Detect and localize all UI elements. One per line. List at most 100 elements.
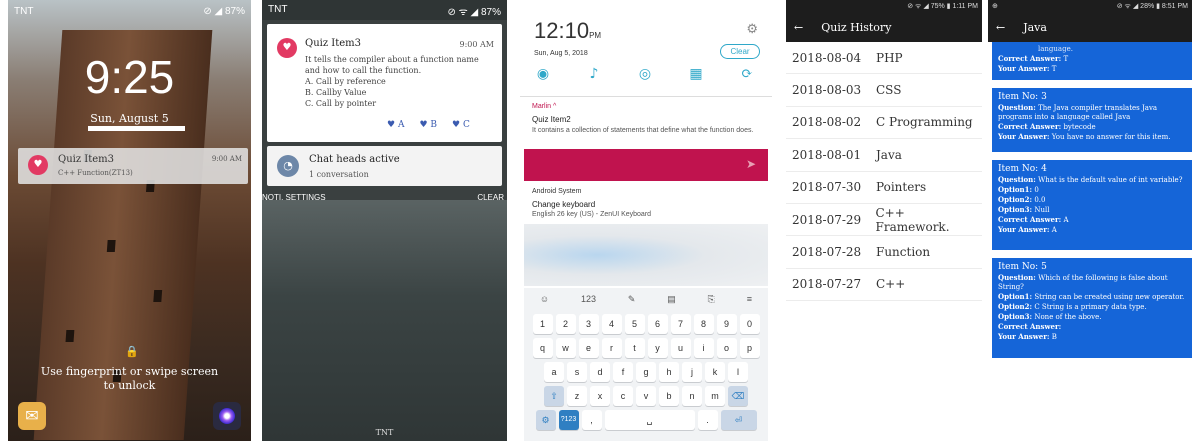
key[interactable]: z (567, 386, 587, 406)
chat-heads-notification[interactable]: ◔ Chat heads active 1 conversation (267, 146, 502, 186)
key[interactable]: d (590, 362, 610, 382)
key[interactable]: s (567, 362, 587, 382)
lock-notification[interactable]: ♥ Quiz Item3 C++ Function(ZT13) 9:00 AM (18, 148, 248, 184)
key[interactable]: o (716, 338, 737, 358)
notification-app-name: Marlin ^ (532, 103, 557, 110)
key[interactable]: r (601, 338, 622, 358)
enter-key[interactable]: ⏎ (720, 410, 757, 430)
clear-button[interactable]: Clear (720, 44, 760, 59)
list-item[interactable]: 2018-08-01 Java (786, 139, 982, 172)
key[interactable]: 1 (532, 314, 553, 334)
mute-icon[interactable]: ♪ (583, 66, 605, 82)
quiz-notification-card[interactable]: ♥ Quiz Item3 9:00 AM It tells the compil… (267, 24, 502, 142)
key[interactable]: e (578, 338, 599, 358)
option2-line: Option2: C String is a primary data type… (998, 302, 1147, 311)
key[interactable]: p (739, 338, 760, 358)
emoji-icon[interactable]: ☺ (540, 294, 549, 304)
key[interactable]: 6 (647, 314, 668, 334)
option2-line: Option2: 0.0 (998, 195, 1046, 204)
key[interactable]: u (670, 338, 691, 358)
key[interactable]: k (705, 362, 725, 382)
key[interactable]: w (555, 338, 576, 358)
backspace-key[interactable]: ⌫ (728, 386, 748, 406)
wifi-icon[interactable]: ◉ (532, 66, 554, 82)
key[interactable]: f (613, 362, 633, 382)
list-item[interactable]: 2018-07-27 C++ (786, 269, 982, 302)
question-fragment: language. (1038, 45, 1073, 53)
result-card: language. Correct Answer: T Your Answer:… (992, 42, 1192, 80)
key[interactable]: a (544, 362, 564, 382)
quiz-app-icon: ♥ (28, 155, 48, 175)
space-key[interactable]: ␣ (604, 410, 695, 430)
list-item[interactable]: 2018-07-30 Pointers (786, 172, 982, 204)
sync-icon[interactable]: ⟳ (736, 66, 758, 82)
back-arrow-icon[interactable]: ← (996, 21, 1005, 34)
key[interactable]: h (659, 362, 679, 382)
symbols-key[interactable]: ?123 (558, 410, 579, 430)
reply-field[interactable]: ➤ (524, 149, 768, 181)
your-answer-line: Your Answer: B (998, 332, 1057, 341)
key[interactable]: 4 (601, 314, 622, 334)
question-line: Question: What is the default value of i… (998, 175, 1183, 184)
key[interactable]: m (705, 386, 725, 406)
settings-gear-icon[interactable]: ⚙ (746, 22, 758, 37)
quiz-history-screen: ⊘ ᯤ ◢ 75% ▮ 1:11 PM ← Quiz History 2018-… (786, 0, 982, 441)
list-item[interactable]: 2018-08-03 CSS (786, 74, 982, 107)
list-item[interactable]: 2018-08-02 C Programming (786, 107, 982, 140)
boost-icon[interactable]: ◎ (634, 66, 656, 82)
numbers-key[interactable]: 123 (581, 294, 596, 304)
email-app-icon[interactable]: ✉ (18, 402, 46, 430)
item-number: Item No: 5 (998, 262, 1047, 272)
key[interactable]: c (613, 386, 633, 406)
key[interactable]: i (693, 338, 714, 358)
key[interactable]: b (659, 386, 679, 406)
answer-a-button[interactable]: ♥ A (387, 120, 404, 130)
key[interactable]: g (636, 362, 656, 382)
unlock-hint-line1: Use fingerprint or swipe screen (40, 365, 219, 378)
key[interactable]: n (682, 386, 702, 406)
settings-key[interactable]: ⚙ (535, 410, 556, 430)
your-answer-line: Your Answer: You have no answer for this… (998, 132, 1171, 141)
list-item[interactable]: 2018-08-04 PHP (786, 42, 982, 75)
correct-answer-line: Correct Answer: (998, 322, 1062, 331)
java-results-screen: ⊕ ⊘ ᯤ ◢ 28% ▮ 8:51 PM ← Java language. C… (988, 0, 1192, 441)
key[interactable]: 2 (555, 314, 576, 334)
period-key[interactable]: . (697, 410, 718, 430)
system-app-name: Android System (532, 188, 582, 195)
shift-key[interactable]: ⇧ (544, 386, 564, 406)
send-icon[interactable]: ➤ (746, 157, 756, 171)
status-icons: ⊘ ◢ 87% (203, 6, 245, 17)
clipboard-icon[interactable]: ⎘ (708, 294, 715, 305)
back-arrow-icon[interactable]: ← (794, 21, 803, 34)
key[interactable]: 9 (716, 314, 737, 334)
comma-key[interactable]: , (581, 410, 602, 430)
key[interactable]: y (647, 338, 668, 358)
change-keyboard-title[interactable]: Change keyboard (532, 200, 595, 209)
key[interactable]: 8 (693, 314, 714, 334)
key[interactable]: t (624, 338, 645, 358)
handwriting-icon[interactable]: ✎ (628, 294, 636, 305)
app-bar: ← Java (988, 12, 1192, 42)
clear-button[interactable]: CLEAR (477, 193, 504, 202)
key[interactable]: l (728, 362, 748, 382)
menu-icon[interactable]: ≡ (747, 294, 752, 304)
key[interactable]: x (590, 386, 610, 406)
option3-line: Option3: Null (998, 205, 1050, 214)
answer-c-button[interactable]: ♥ C (452, 120, 470, 130)
layout-icon[interactable]: ▤ (667, 294, 676, 305)
key[interactable]: 3 (578, 314, 599, 334)
lockscreen: TNT ⊘ ◢ 87% 9:25 Sun, August 5 ♥ Quiz It… (8, 0, 251, 441)
key[interactable]: q (532, 338, 553, 358)
list-item[interactable]: 2018-07-29 C++ Framework. (786, 204, 982, 237)
answer-b-button[interactable]: ♥ B (419, 120, 437, 130)
notification-settings-button[interactable]: NOTI. SETTINGS (262, 193, 326, 202)
choice-a: A. Call by reference (305, 77, 386, 86)
key[interactable]: 5 (624, 314, 645, 334)
camera-app-icon[interactable] (213, 402, 241, 430)
calculator-icon[interactable]: ▦ (685, 66, 707, 82)
key[interactable]: 0 (739, 314, 760, 334)
list-item[interactable]: 2018-07-28 Function (786, 236, 982, 269)
key[interactable]: 7 (670, 314, 691, 334)
key[interactable]: v (636, 386, 656, 406)
key[interactable]: j (682, 362, 702, 382)
